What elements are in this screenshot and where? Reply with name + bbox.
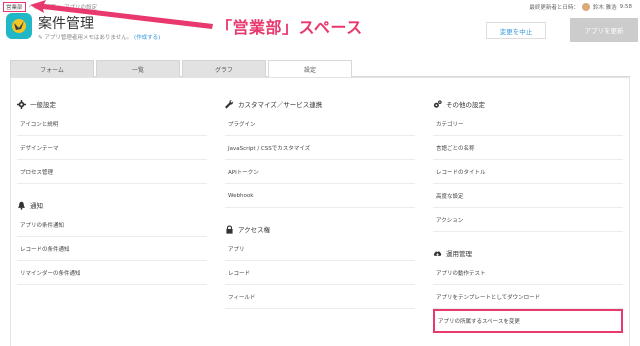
breadcrumb-current: アプリの設定 (63, 5, 97, 11)
tab-form[interactable]: フォーム (10, 60, 94, 77)
meta-time: 9:58 (619, 4, 632, 10)
settings-column-other: その他の設定 カテゴリー 言語ごとの名称 レコードのタイトル 高度な設定 アクシ… (433, 96, 623, 333)
app-description: ✎ アプリ管理者用メモはありません。 (作成する) (38, 33, 160, 41)
note-icon: ✎ (38, 35, 43, 41)
create-memo-link[interactable]: (作成する) (134, 35, 160, 41)
settings-column-customize: カスタマイズ／サービス連携 プラグイン JavaScript / CSSでカスタ… (225, 96, 415, 309)
section-title-operations: 運用管理 (433, 245, 623, 261)
settings-item-record-notification[interactable]: レコードの条件通知 (17, 237, 207, 261)
settings-item-record-access[interactable]: レコード (225, 261, 415, 285)
settings-item-js-css[interactable]: JavaScript / CSSでカスタマイズ (225, 136, 415, 160)
lock-icon (225, 225, 234, 234)
breadcrumb-separator: › (58, 4, 61, 10)
settings-item-change-space[interactable]: アプリの所属するスペースを変更 (433, 309, 623, 333)
settings-tabs: フォーム 一覧 グラフ 設定 (10, 60, 630, 78)
settings-item-advanced[interactable]: 高度な設定 (433, 184, 623, 208)
app-title: 案件管理 (38, 16, 94, 32)
section-title-access: アクセス権 (225, 221, 415, 237)
section-title-general: 一般設定 (17, 96, 207, 112)
gear-icon (17, 99, 26, 109)
meta-user[interactable]: 鈴木 雅浩 (593, 3, 617, 11)
app-desc-text: アプリ管理者用メモはありません。 (44, 35, 133, 41)
last-updated-info: 最終更新者と日時： 鈴木 雅浩 9:58 (529, 3, 632, 11)
update-app-button[interactable]: アプリを更新 (570, 18, 638, 42)
settings-item-app-notification[interactable]: アプリの条件通知 (17, 213, 207, 237)
settings-panel: 一般設定 アイコンと説明 デザインテーマ プロセス管理 通知 アプリの条件通知 … (10, 77, 630, 346)
annotation-label: 「営業部」スペース (216, 18, 363, 37)
settings-item-record-title[interactable]: レコードのタイトル (433, 160, 623, 184)
section-title-other: その他の設定 (433, 96, 623, 112)
tab-list[interactable]: 一覧 (96, 60, 180, 77)
cancel-changes-button[interactable]: 変更を中止 (486, 22, 546, 39)
tab-settings[interactable]: 設定 (268, 60, 352, 78)
settings-item-webhook[interactable]: Webhook (225, 184, 415, 208)
bird-icon (12, 19, 26, 33)
settings-item-reminder-notification[interactable]: リマインダーの条件通知 (17, 261, 207, 285)
settings-item-app-access[interactable]: アプリ (225, 237, 415, 261)
settings-item-design-theme[interactable]: デザインテーマ (17, 136, 207, 160)
settings-item-icon-description[interactable]: アイコンと説明 (17, 112, 207, 136)
settings-item-plugin[interactable]: プラグイン (225, 112, 415, 136)
settings-item-action[interactable]: アクション (433, 208, 623, 232)
settings-item-language-name[interactable]: 言語ごとの名称 (433, 136, 623, 160)
wrench-icon (225, 99, 234, 109)
gears-icon (433, 99, 442, 109)
settings-column-general: 一般設定 アイコンと説明 デザインテーマ プロセス管理 通知 アプリの条件通知 … (17, 96, 207, 285)
meta-label: 最終更新者と日時： (529, 5, 579, 11)
section-title-customize: カスタマイズ／サービス連携 (225, 96, 415, 112)
settings-item-app-test[interactable]: アプリの動作テスト (433, 261, 623, 285)
section-title-notification: 通知 (17, 197, 207, 213)
tab-graph[interactable]: グラフ (182, 60, 266, 77)
settings-item-process-management[interactable]: プロセス管理 (17, 160, 207, 184)
breadcrumb-app-link[interactable]: 案件管理 (34, 3, 56, 11)
breadcrumb-separator: › (28, 4, 31, 10)
app-icon (6, 13, 32, 39)
settings-item-download-template[interactable]: アプリをテンプレートとしてダウンロード (433, 285, 623, 309)
avatar (581, 3, 590, 11)
cloud-download-icon (433, 249, 442, 258)
settings-item-field-access[interactable]: フィールド (225, 285, 415, 309)
breadcrumb-space-link[interactable]: 営業部 (3, 2, 26, 12)
settings-item-category[interactable]: カテゴリー (433, 112, 623, 136)
breadcrumb: 営業部 › 案件管理 › アプリの設定 (3, 2, 100, 12)
bell-icon (17, 201, 26, 210)
settings-item-api-token[interactable]: APIトークン (225, 160, 415, 184)
